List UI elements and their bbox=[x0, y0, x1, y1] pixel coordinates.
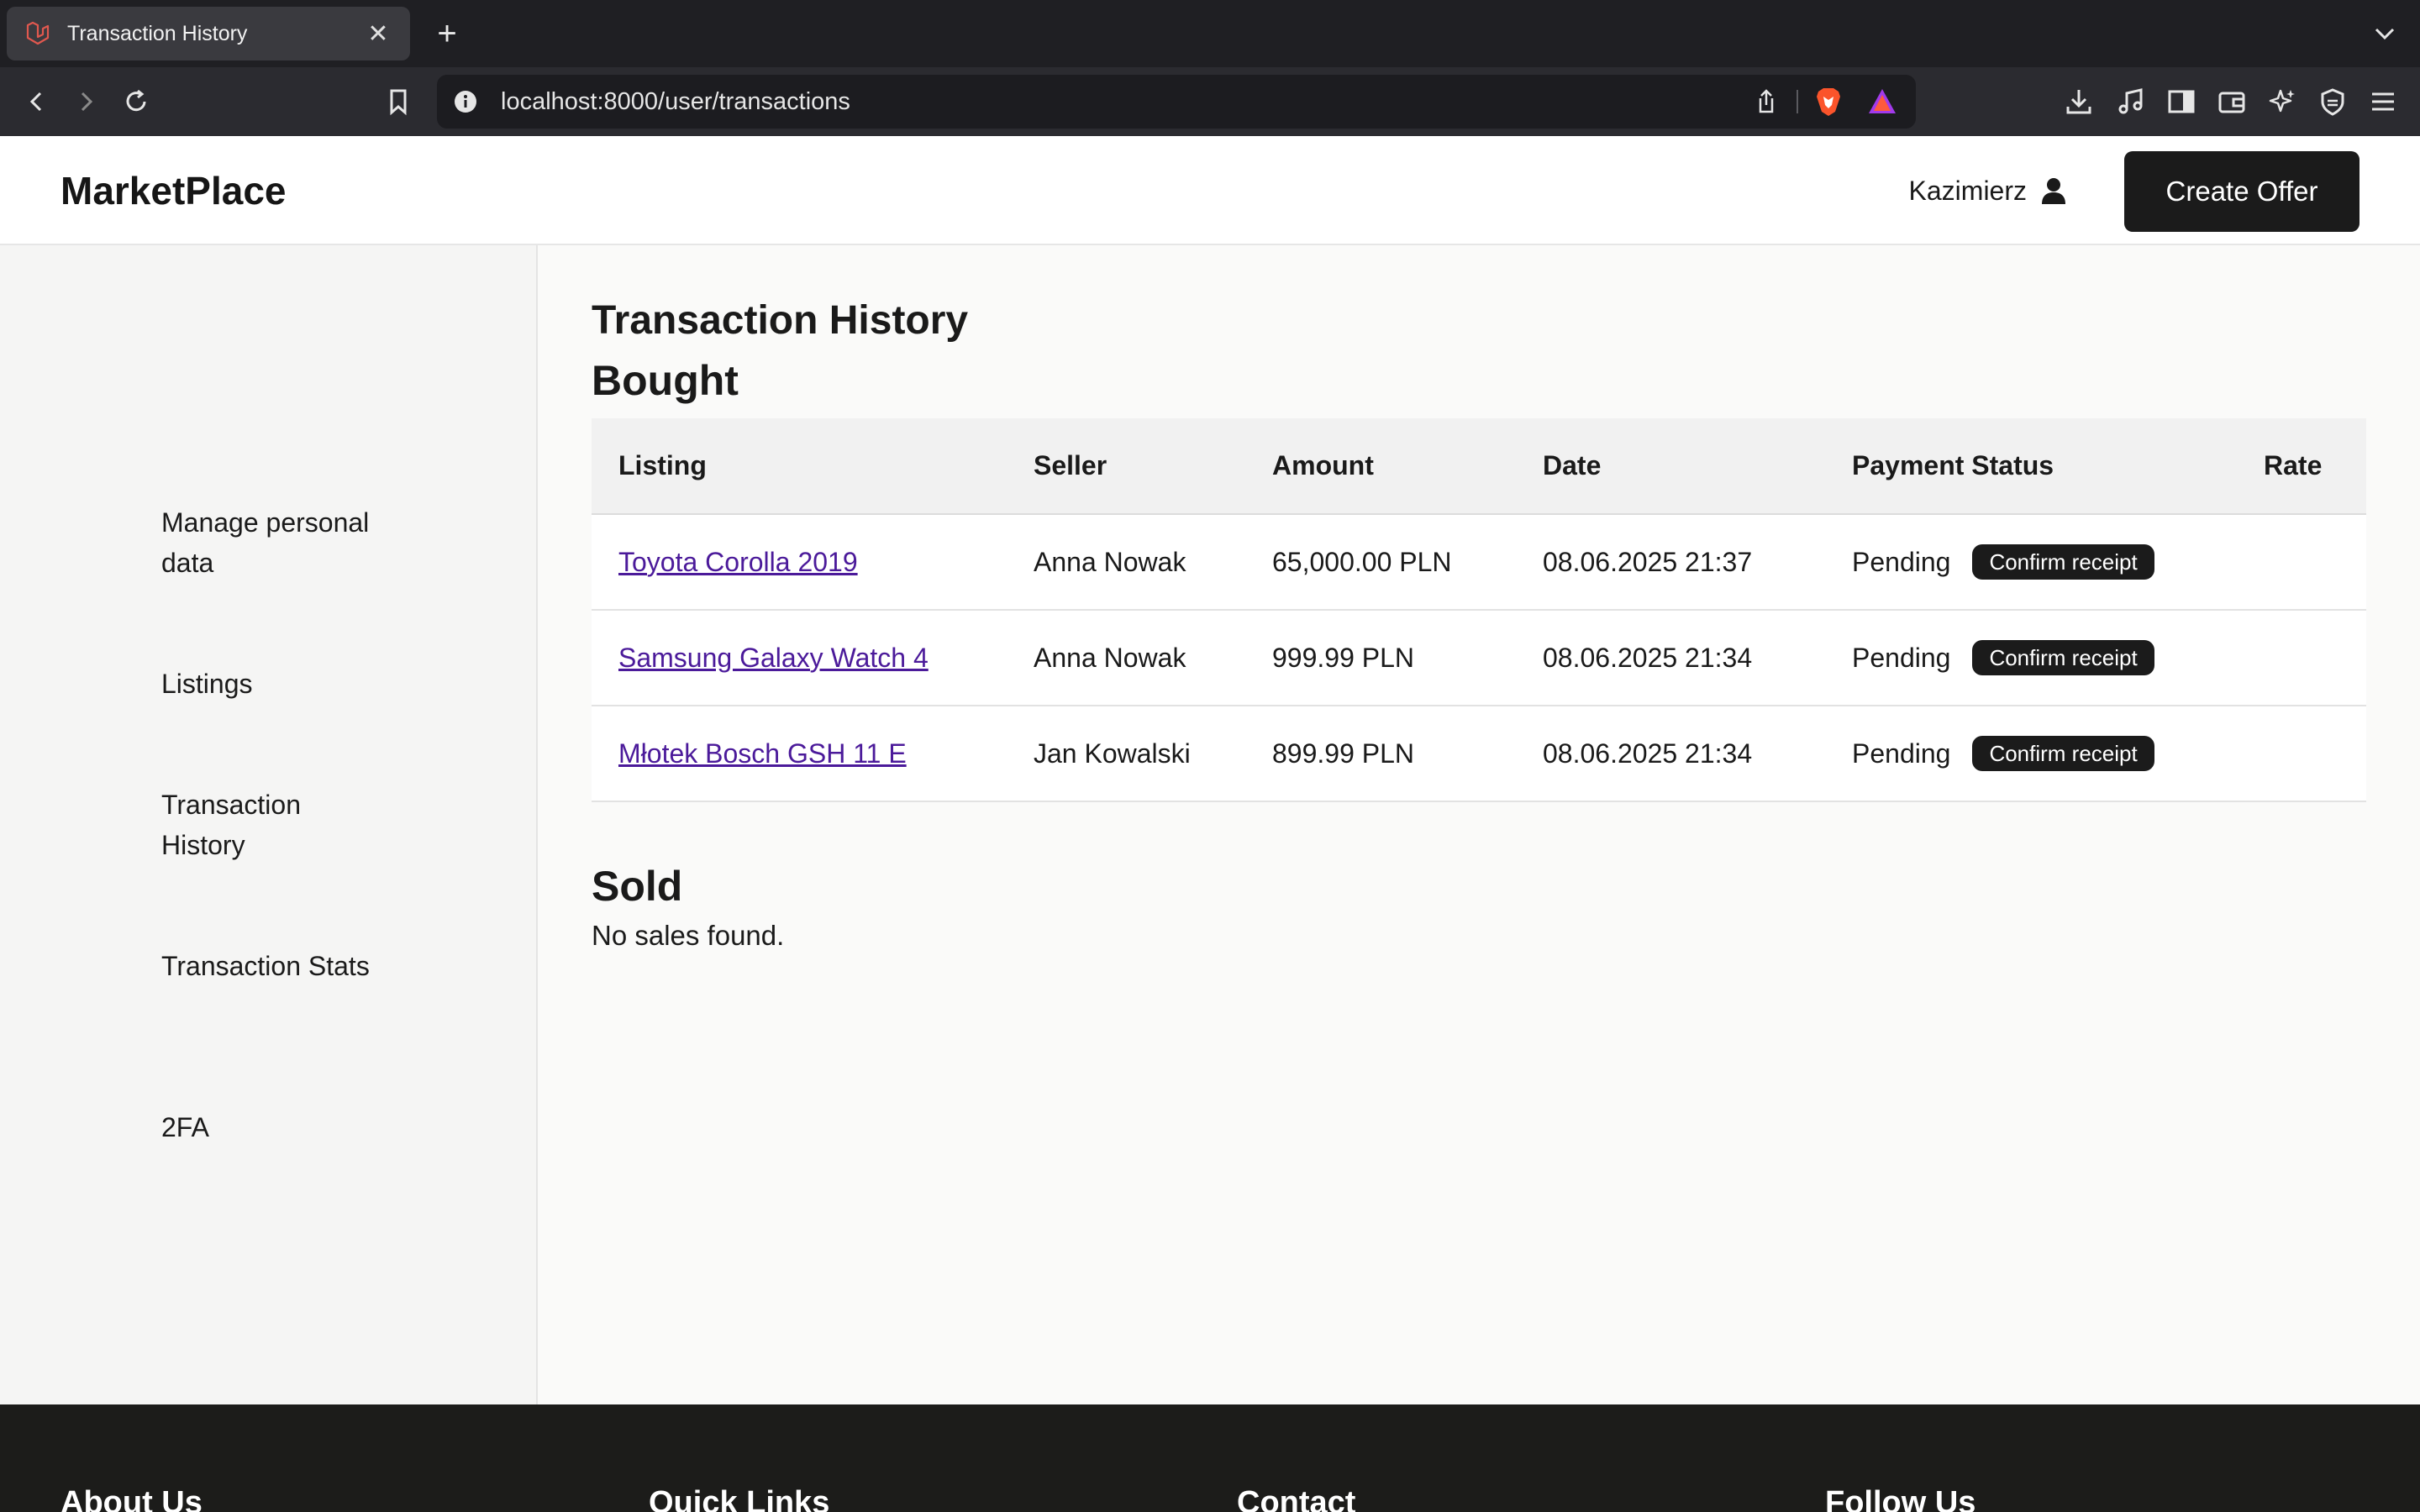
chevron-down-icon[interactable] bbox=[2368, 17, 2402, 50]
sidebar-item-2fa[interactable]: 2FA bbox=[161, 1107, 380, 1147]
site-info-icon[interactable] bbox=[452, 88, 479, 115]
laravel-favicon-icon bbox=[24, 19, 52, 48]
payment-status: Pending bbox=[1852, 546, 1951, 577]
footer-heading-quick-links: Quick Links bbox=[649, 1485, 830, 1512]
no-sales-message: No sales found. bbox=[592, 920, 785, 951]
table-row: Toyota Corolla 2019 Anna Nowak 65,000.00… bbox=[592, 514, 2366, 611]
site-footer: About Us Quick Links Contact Follow Us bbox=[0, 1404, 2420, 1512]
leo-ai-icon[interactable] bbox=[2264, 83, 2301, 120]
seller-cell: Jan Kowalski bbox=[1007, 706, 1245, 802]
menu-icon[interactable] bbox=[2365, 83, 2402, 120]
listing-link[interactable]: Młotek Bosch GSH 11 E bbox=[618, 738, 907, 769]
vpn-shield-icon[interactable] bbox=[2314, 83, 2351, 120]
column-header-date: Date bbox=[1516, 418, 1825, 515]
seller-cell: Anna Nowak bbox=[1007, 514, 1245, 611]
download-icon[interactable] bbox=[2060, 83, 2097, 120]
sidebar-item-manage-personal-data[interactable]: Manage personal data bbox=[161, 502, 380, 583]
reload-icon[interactable] bbox=[118, 83, 155, 120]
footer-heading-contact: Contact bbox=[1237, 1485, 1356, 1512]
browser-toolbar: localhost:8000/user/transactions bbox=[0, 67, 2420, 136]
page-title: Transaction History bbox=[592, 298, 969, 343]
rate-cell bbox=[2237, 514, 2366, 611]
brave-shields-icon[interactable] bbox=[1812, 85, 1845, 118]
rate-cell bbox=[2237, 706, 2366, 802]
table-row: Samsung Galaxy Watch 4 Anna Nowak 999.99… bbox=[592, 610, 2366, 706]
payment-status: Pending bbox=[1852, 642, 1951, 673]
column-header-rate: Rate bbox=[2237, 418, 2366, 515]
amount-cell: 899.99 PLN bbox=[1245, 706, 1516, 802]
bought-heading: Bought bbox=[592, 357, 739, 404]
listing-link[interactable]: Toyota Corolla 2019 bbox=[618, 547, 858, 577]
username: Kazimierz bbox=[1908, 175, 2027, 206]
forward-icon[interactable] bbox=[67, 83, 104, 120]
back-icon[interactable] bbox=[18, 83, 55, 120]
brand-logo[interactable]: MarketPlace bbox=[60, 136, 287, 245]
sidebar-toggle-icon[interactable] bbox=[2163, 83, 2200, 120]
table-header-row: Listing Seller Amount Date Payment Statu… bbox=[592, 418, 2366, 515]
sidebar-item-transaction-stats[interactable]: Transaction Stats bbox=[161, 946, 380, 986]
footer-heading-follow: Follow Us bbox=[1825, 1485, 1976, 1512]
bookmark-icon[interactable] bbox=[380, 83, 417, 120]
address-bar[interactable]: localhost:8000/user/transactions bbox=[437, 75, 1916, 129]
seller-cell: Anna Nowak bbox=[1007, 610, 1245, 706]
url-text: localhost:8000/user/transactions bbox=[501, 88, 850, 115]
confirm-receipt-button[interactable]: Confirm receipt bbox=[1972, 640, 2154, 675]
sidebar: Manage personal data Listings Transactio… bbox=[0, 245, 538, 1404]
sold-heading: Sold bbox=[592, 863, 683, 910]
wallet-icon[interactable] bbox=[2213, 83, 2250, 120]
table-row: Młotek Bosch GSH 11 E Jan Kowalski 899.9… bbox=[592, 706, 2366, 802]
column-header-amount: Amount bbox=[1245, 418, 1516, 515]
create-offer-button[interactable]: Create Offer bbox=[2124, 151, 2360, 232]
brave-rewards-icon[interactable] bbox=[1865, 85, 1899, 118]
sidebar-item-listings[interactable]: Listings bbox=[161, 664, 380, 704]
date-cell: 08.06.2025 21:37 bbox=[1516, 514, 1825, 611]
column-header-seller: Seller bbox=[1007, 418, 1245, 515]
footer-heading-about: About Us bbox=[60, 1485, 203, 1512]
column-header-payment-status: Payment Status bbox=[1825, 418, 2237, 515]
close-tab-icon[interactable]: ✕ bbox=[363, 19, 393, 49]
column-header-listing: Listing bbox=[592, 418, 1007, 515]
bought-table: Listing Seller Amount Date Payment Statu… bbox=[592, 418, 2366, 802]
user-icon bbox=[2040, 176, 2067, 205]
url-divider bbox=[1797, 90, 1798, 113]
date-cell: 08.06.2025 21:34 bbox=[1516, 610, 1825, 706]
media-icon[interactable] bbox=[2112, 83, 2149, 120]
date-cell: 08.06.2025 21:34 bbox=[1516, 706, 1825, 802]
confirm-receipt-button[interactable]: Confirm receipt bbox=[1972, 736, 2154, 771]
browser-tab[interactable]: Transaction History ✕ bbox=[7, 7, 410, 60]
amount-cell: 65,000.00 PLN bbox=[1245, 514, 1516, 611]
site-header: MarketPlace Kazimierz Create Offer bbox=[0, 136, 2420, 245]
payment-status: Pending bbox=[1852, 738, 1951, 769]
rate-cell bbox=[2237, 610, 2366, 706]
sidebar-item-transaction-history[interactable]: Transaction History bbox=[161, 785, 380, 865]
user-menu[interactable]: Kazimierz bbox=[1909, 136, 2067, 245]
listing-link[interactable]: Samsung Galaxy Watch 4 bbox=[618, 643, 929, 673]
amount-cell: 999.99 PLN bbox=[1245, 610, 1516, 706]
share-icon[interactable] bbox=[1751, 87, 1781, 117]
tab-title: Transaction History bbox=[67, 21, 248, 45]
confirm-receipt-button[interactable]: Confirm receipt bbox=[1972, 544, 2154, 580]
browser-tab-bar: Transaction History ✕ + bbox=[0, 0, 2420, 67]
new-tab-icon[interactable]: + bbox=[430, 12, 464, 55]
